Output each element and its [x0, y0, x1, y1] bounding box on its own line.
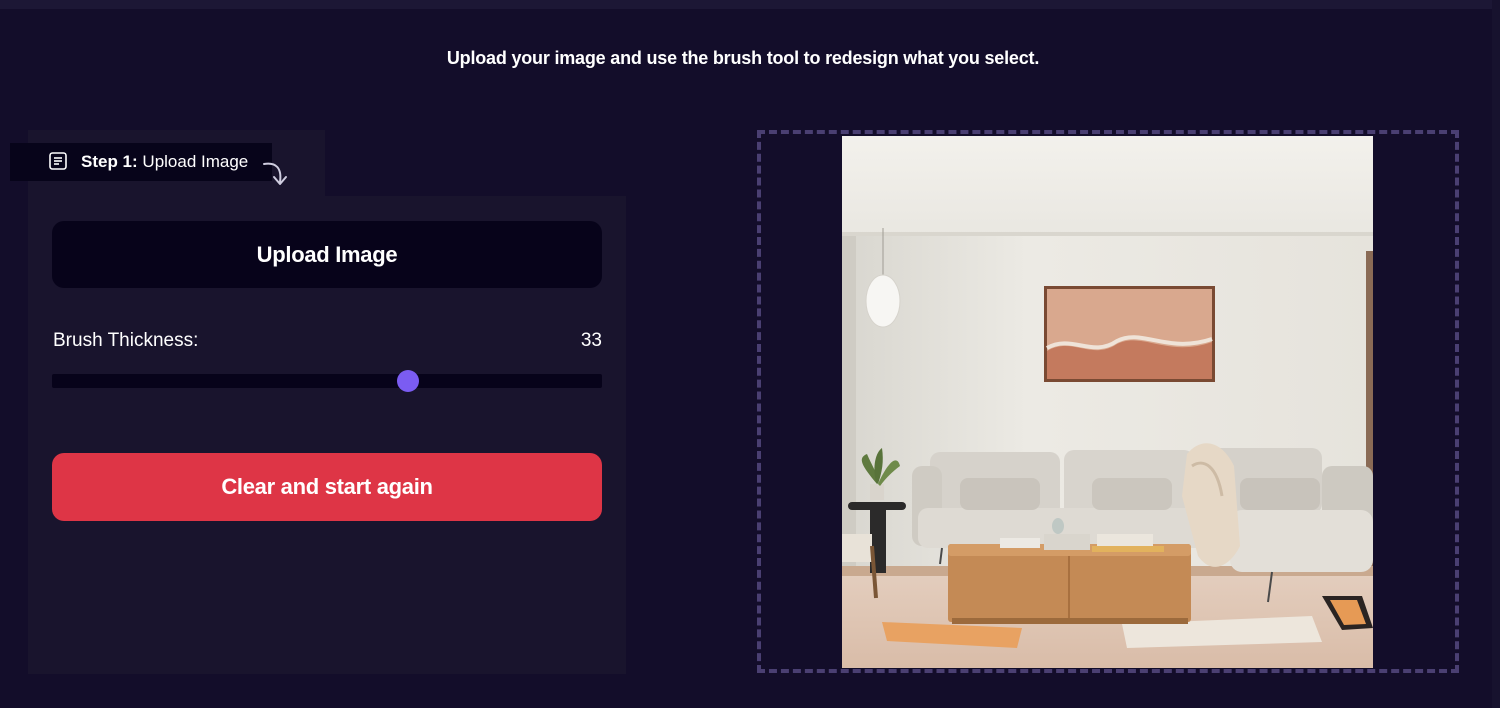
curved-arrow-icon	[263, 162, 287, 185]
intro-text: Upload your image and use the brush tool…	[446, 48, 1040, 68]
brush-thickness-label: Brush Thickness:	[53, 330, 199, 351]
scroll-edge	[1492, 0, 1500, 708]
document-icon	[49, 152, 67, 170]
living-room-photo[interactable]	[842, 136, 1373, 668]
living-room-image	[842, 136, 1373, 668]
clear-and-start-again-button[interactable]: Clear and start again	[52, 453, 602, 521]
step-number: Step 1:	[81, 152, 138, 171]
step-label: Upload Image	[142, 152, 249, 171]
brush-thickness-slider[interactable]	[52, 370, 602, 392]
step-tab: Step 1: Upload Image	[10, 143, 272, 181]
top-bar	[0, 0, 1500, 9]
upload-image-button[interactable]: Upload Image	[52, 221, 602, 288]
brush-thickness-value: 33	[580, 330, 602, 351]
